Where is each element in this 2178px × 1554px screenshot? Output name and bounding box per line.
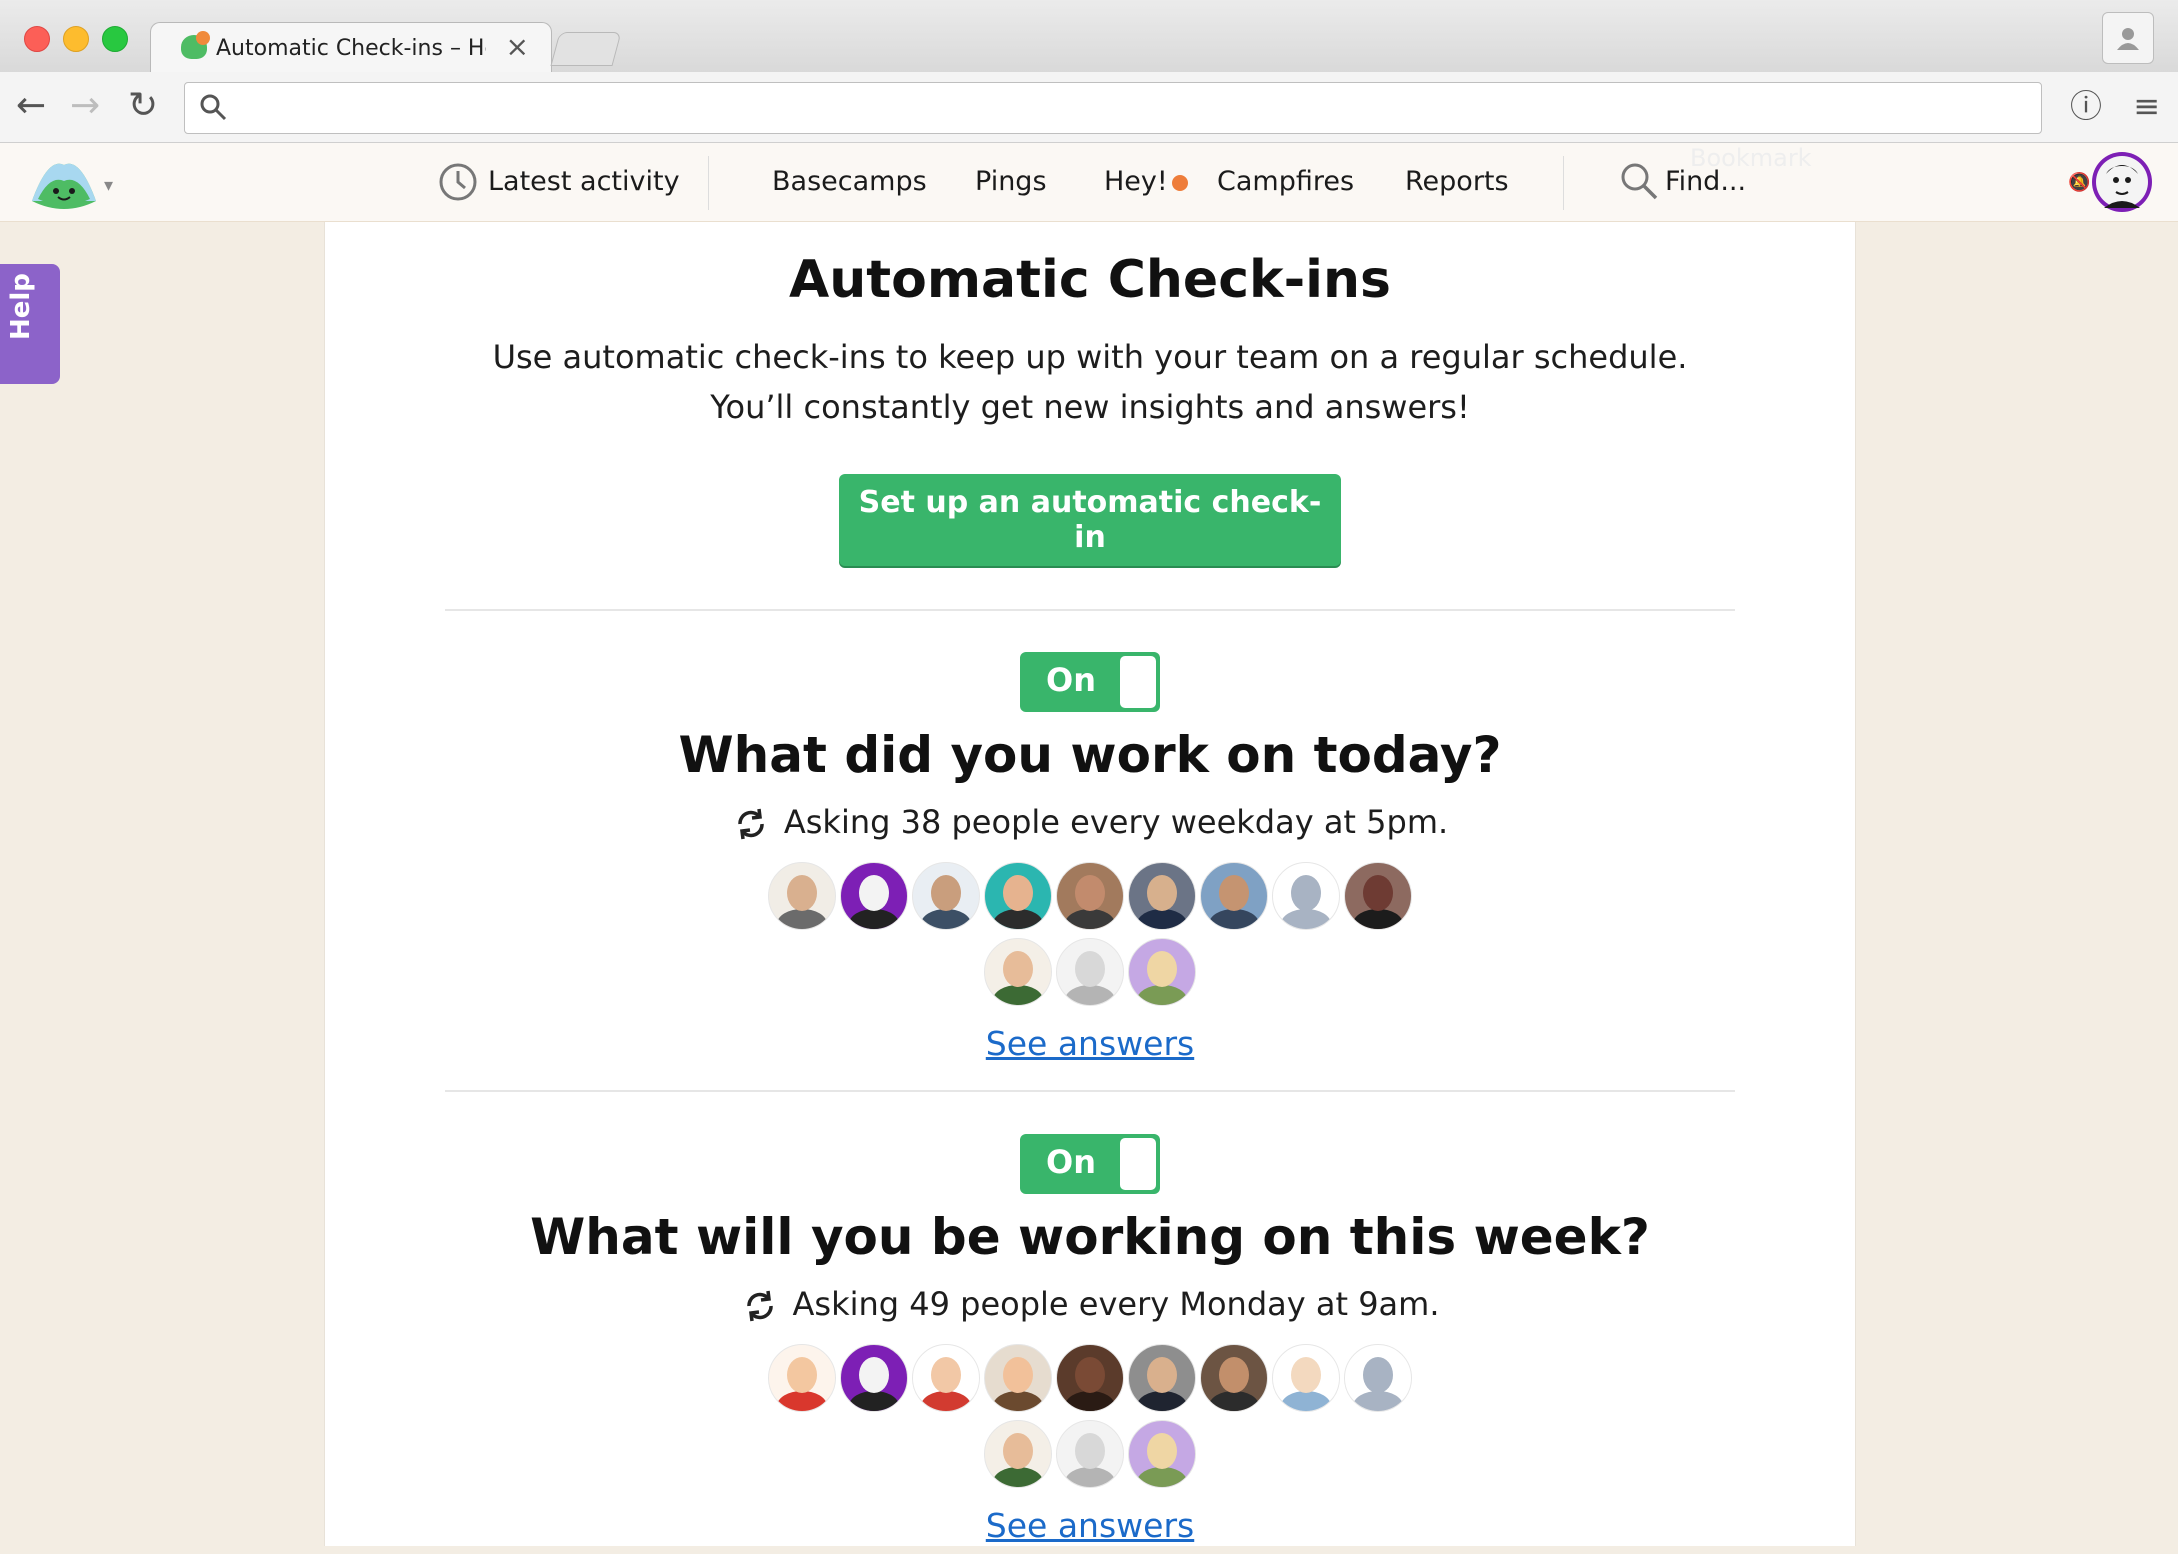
toggle-knob [1120, 656, 1156, 708]
checkin-toggle[interactable]: On [1020, 652, 1160, 712]
browser-profile-button[interactable] [2102, 12, 2154, 64]
window-minimize-button[interactable] [63, 26, 89, 52]
my-avatar[interactable] [2092, 152, 2152, 212]
notification-dot-icon [196, 31, 210, 45]
participant-avatar[interactable] [1272, 1344, 1340, 1412]
participant-avatar[interactable] [912, 862, 980, 930]
participant-avatar[interactable] [1056, 1344, 1124, 1412]
window-close-button[interactable] [24, 26, 50, 52]
address-bar[interactable] [184, 82, 2042, 134]
participant-avatar[interactable] [1128, 1344, 1196, 1412]
search-icon [200, 94, 227, 121]
checkins-card: Automatic Check-ins Use automatic check-… [324, 222, 1856, 1546]
participant-avatar[interactable] [768, 862, 836, 930]
tab-close-button[interactable]: × [506, 31, 529, 63]
question-schedule: Asking 38 people every weekday at 5pm. [325, 800, 1855, 844]
section-divider [445, 609, 1735, 611]
toggle-label: On [1046, 661, 1096, 699]
bookmark-ghost-text: Bookmark [1690, 144, 1812, 172]
app-header: ▾ [0, 143, 2178, 222]
participant-avatar[interactable] [984, 1344, 1052, 1412]
help-tab[interactable]: Help [0, 264, 60, 384]
participant-avatar[interactable] [1128, 862, 1196, 930]
participant-avatar[interactable] [1200, 862, 1268, 930]
see-answers-link[interactable]: See answers [325, 1024, 1855, 1063]
participant-avatar[interactable] [984, 938, 1052, 1006]
participant-avatar[interactable] [1344, 1344, 1412, 1412]
toggle-label: On [1046, 1143, 1096, 1181]
question-title[interactable]: What did you work on today? [325, 726, 1855, 784]
repeat-icon [738, 808, 764, 840]
checkin-toggle[interactable]: On [1020, 1134, 1160, 1194]
nav-separator [1563, 156, 1564, 210]
schedule-text: Asking 49 people every Monday at 9am. [792, 1285, 1440, 1323]
browser-menu-icon[interactable]: ≡ [2133, 86, 2160, 126]
setup-checkin-button[interactable]: Set up an automatic check-in [839, 474, 1341, 566]
nav-separator [708, 156, 709, 210]
participant-avatar[interactable] [1128, 1420, 1196, 1488]
reload-icon[interactable]: ↻ [128, 86, 158, 126]
nav-basecamps[interactable]: Basecamps [772, 165, 927, 199]
browser-tab-active[interactable]: Automatic Check-ins – Hea × [150, 22, 552, 75]
participant-avatar[interactable] [1344, 862, 1412, 930]
forward-arrow-icon[interactable]: → [70, 86, 100, 126]
find-search-icon [1621, 163, 1658, 200]
participants-row [325, 1344, 1855, 1412]
repeat-icon [746, 1290, 773, 1322]
participant-avatar[interactable] [840, 1344, 908, 1412]
participants-row [325, 938, 1855, 1006]
schedule-text: Asking 38 people every weekday at 5pm. [783, 803, 1449, 841]
back-arrow-icon[interactable]: ← [16, 86, 46, 126]
participant-avatar[interactable] [1056, 1420, 1124, 1488]
basecamp-logo-icon[interactable] [28, 155, 100, 211]
notifications-muted-icon[interactable]: 🔕 [2068, 172, 2090, 193]
person-icon [2117, 28, 2139, 50]
question-title[interactable]: What will you be working on this week? [325, 1208, 1855, 1266]
nav-hey[interactable]: Hey! [1104, 165, 1168, 199]
participant-avatar[interactable] [984, 862, 1052, 930]
hey-unread-dot [1172, 175, 1188, 191]
user-avatar-icon [2096, 156, 2148, 208]
clock-icon [439, 163, 477, 201]
toggle-knob [1120, 1138, 1156, 1190]
checkin-question-2: On What will you be working on this week… [325, 1134, 1855, 1554]
participant-avatar[interactable] [912, 1344, 980, 1412]
logo-dropdown-caret-icon[interactable]: ▾ [104, 175, 113, 196]
participant-avatar[interactable] [1056, 862, 1124, 930]
section-divider [445, 1090, 1735, 1092]
tab-title: Automatic Check-ins – Hea [216, 36, 486, 61]
browser-toolbar: ← → ↻ ⓘ ≡ [0, 72, 2178, 143]
participant-avatar[interactable] [1128, 938, 1196, 1006]
participant-avatar[interactable] [1200, 1344, 1268, 1412]
participant-avatar[interactable] [840, 862, 908, 930]
browser-titlebar: Automatic Check-ins – Hea × [0, 0, 2178, 75]
participants-row [325, 862, 1855, 930]
nav-latest-activity[interactable]: Latest activity [488, 165, 680, 199]
nav-reports[interactable]: Reports [1405, 165, 1509, 199]
participants-row [325, 1420, 1855, 1488]
page-info-icon[interactable]: ⓘ [2070, 86, 2102, 126]
nav-campfires[interactable]: Campfires [1217, 165, 1354, 199]
participant-avatar[interactable] [1056, 938, 1124, 1006]
new-tab-button[interactable] [550, 32, 622, 66]
question-schedule: Asking 49 people every Monday at 9am. [325, 1282, 1855, 1326]
window-maximize-button[interactable] [102, 26, 128, 52]
help-label: Help [6, 273, 36, 340]
nav-pings[interactable]: Pings [975, 165, 1047, 199]
page-title: Automatic Check-ins [789, 250, 1391, 310]
see-answers-link[interactable]: See answers [325, 1506, 1855, 1545]
participant-avatar[interactable] [1272, 862, 1340, 930]
intro-text: Use automatic check-ins to keep up with … [492, 338, 1688, 426]
participant-avatar[interactable] [768, 1344, 836, 1412]
participant-avatar[interactable] [984, 1420, 1052, 1488]
